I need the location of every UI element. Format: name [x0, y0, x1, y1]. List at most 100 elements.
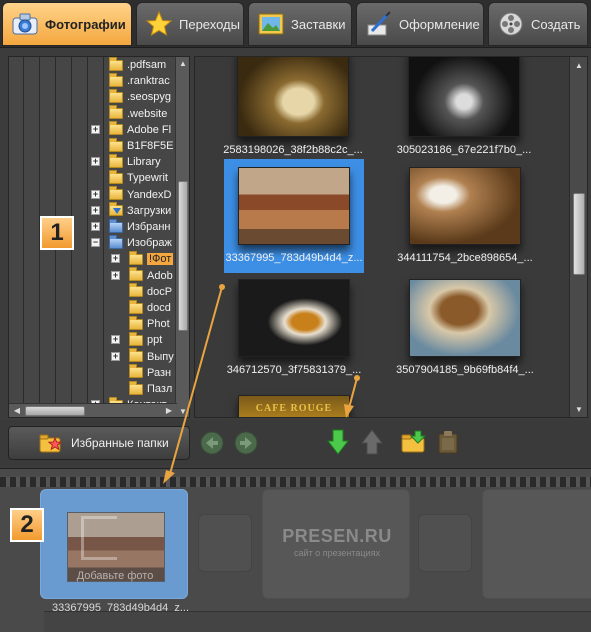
folder-icon [129, 315, 143, 330]
tree-vertical-scrollbar[interactable]: ▲ ▼ [175, 57, 189, 417]
tree-item[interactable]: .ranktrac [109, 72, 170, 89]
folder-icon [129, 380, 143, 395]
photo-thumbnail[interactable]: 346712570_3f75831379_... [224, 271, 364, 385]
photo-thumbnail[interactable]: CAFE ROUGE [224, 391, 364, 417]
slide-slot[interactable]: PRESEN.RU сайт о презентациях [262, 489, 410, 599]
scroll-left-arrow-icon[interactable]: ◀ [12, 406, 22, 416]
scrollbar-thumb[interactable] [573, 193, 585, 275]
star-icon [145, 10, 173, 38]
tree-item[interactable]: Typewrit [109, 169, 168, 186]
tree-item-label: Загрузки [127, 204, 172, 217]
tree-item-label: .pdfsam [127, 59, 167, 71]
transition-slot[interactable] [418, 514, 472, 572]
tree-item-label: docd [147, 302, 171, 314]
grid-vertical-scrollbar[interactable]: ▲ ▼ [569, 57, 587, 417]
tree-item-label: Typewrit [127, 172, 168, 185]
folder-star-icon [39, 432, 63, 454]
expand-plus-icon[interactable]: + [111, 254, 120, 264]
tree-item[interactable]: docd [129, 299, 171, 316]
film-perforation [0, 477, 591, 487]
tab-design[interactable]: Оформление [356, 2, 484, 46]
photo-thumbnail-selected[interactable]: 33367995_783d49b4d4_z... [224, 159, 364, 273]
tree-item[interactable]: .website [109, 105, 167, 122]
folder-tree[interactable]: .pdfsam .ranktrac .seospyg .website + Adobe F… [8, 56, 190, 418]
tree-item[interactable]: Загрузки [109, 202, 172, 219]
scroll-up-arrow-icon[interactable]: ▲ [574, 61, 584, 71]
slide-slot[interactable] [482, 489, 591, 599]
expand-plus-icon[interactable]: + [91, 222, 100, 231]
tree-item[interactable]: Phot [129, 315, 170, 332]
scroll-right-arrow-icon[interactable]: ▶ [164, 406, 174, 416]
tab-transitions[interactable]: Переходы [136, 2, 244, 46]
add-down-arrow-icon[interactable] [324, 428, 352, 456]
expand-plus-icon[interactable]: + [91, 189, 100, 199]
folder-icon [109, 88, 123, 103]
collapse-minus-icon[interactable]: − [91, 238, 100, 248]
photo-thumbnail[interactable]: 3507904185_9b69fb84f4_... [395, 271, 535, 385]
tree-item-label: docP [147, 285, 173, 298]
expand-plus-icon[interactable]: + [111, 335, 120, 345]
tab-photos[interactable]: Фотографии [2, 2, 132, 46]
photo-caption: 2583198026_38f2b88c2c_... [223, 144, 363, 156]
annotation-badge-2: 2 [10, 508, 44, 542]
folder-icon [109, 218, 123, 233]
tree-item[interactable]: .seospyg [109, 88, 171, 105]
scrollbar-thumb[interactable] [25, 406, 85, 416]
tree-item-label: Разн [147, 366, 172, 379]
transition-slot[interactable] [198, 514, 252, 572]
tab-create[interactable]: Создать [488, 2, 588, 46]
tree-item-label: YandexD [127, 188, 172, 201]
expand-plus-icon[interactable]: + [111, 270, 120, 280]
up-arrow-icon[interactable] [358, 428, 386, 456]
expand-plus-icon[interactable]: + [91, 124, 100, 134]
tab-label: Переходы [179, 16, 240, 32]
tree-item[interactable]: Разн [129, 364, 172, 381]
slide-timeline[interactable]: Добавьте фото 33367995_783d49b4d4_z... P… [0, 468, 591, 632]
photo-image [238, 279, 350, 357]
tree-item-label: Избранн [127, 221, 171, 233]
tree-item[interactable]: YandexD [109, 186, 172, 203]
tree-item-label: Phot [147, 318, 170, 331]
clipboard-icon[interactable] [434, 428, 462, 456]
expand-plus-icon[interactable]: + [91, 157, 100, 167]
tree-item[interactable]: Adobe Fl [109, 121, 171, 138]
tree-item-label: .ranktrac [127, 75, 170, 88]
photo-grid[interactable]: 2583198026_38f2b88c2c_... 305023186_67e2… [194, 56, 588, 418]
photo-thumbnail[interactable]: 344111754_2bce898654_... [395, 159, 535, 273]
add-folder-icon[interactable] [400, 428, 428, 456]
scroll-down-arrow-icon[interactable]: ▼ [178, 407, 188, 417]
tab-intros[interactable]: Заставки [248, 2, 352, 46]
tree-item[interactable]: Изображ [109, 234, 172, 251]
scroll-down-arrow-icon[interactable]: ▼ [574, 405, 584, 415]
favorite-folders-label: Избранные папки [71, 436, 169, 450]
tree-item[interactable]: Library [109, 153, 161, 170]
tree-item[interactable]: .pdfsam [109, 57, 166, 73]
favorite-folders-button[interactable]: Избранные папки [8, 426, 190, 460]
folder-icon [109, 137, 123, 152]
tree-item-label: Пазл [147, 383, 173, 395]
tree-item[interactable]: Выпу [129, 348, 174, 365]
folder-icon [129, 299, 143, 314]
expand-plus-icon[interactable]: + [111, 351, 120, 361]
tree-item-label: Adob [147, 269, 173, 282]
slide-slot-selected[interactable]: Добавьте фото [40, 489, 188, 599]
folder-icon [129, 364, 143, 379]
photo-caption: 33367995_783d49b4d4_z... [225, 252, 363, 264]
tree-item[interactable]: ppt [129, 331, 162, 348]
tree-item[interactable]: docP [129, 283, 173, 300]
expand-plus-icon[interactable]: + [91, 205, 100, 215]
tree-item[interactable]: B1F8F5E [109, 137, 173, 154]
tree-item[interactable]: Избранн [109, 218, 171, 235]
forward-arrow-icon[interactable] [232, 429, 260, 457]
tree-item[interactable]: !Фот [129, 250, 174, 267]
back-arrow-icon[interactable] [198, 429, 226, 457]
photo-image [237, 57, 349, 137]
scroll-up-arrow-icon[interactable]: ▲ [178, 59, 188, 69]
tree-item[interactable]: Пазл [129, 380, 173, 397]
tree-item[interactable]: Adob [129, 267, 173, 284]
photo-thumbnail[interactable]: 2583198026_38f2b88c2c_... [223, 57, 363, 171]
scrollbar-thumb[interactable] [178, 181, 188, 331]
tree-horizontal-scrollbar[interactable]: ◀ ▶ [9, 403, 177, 417]
pen-brush-icon [365, 10, 393, 38]
photo-thumbnail[interactable]: 305023186_67e221f7b0_... [394, 57, 534, 171]
